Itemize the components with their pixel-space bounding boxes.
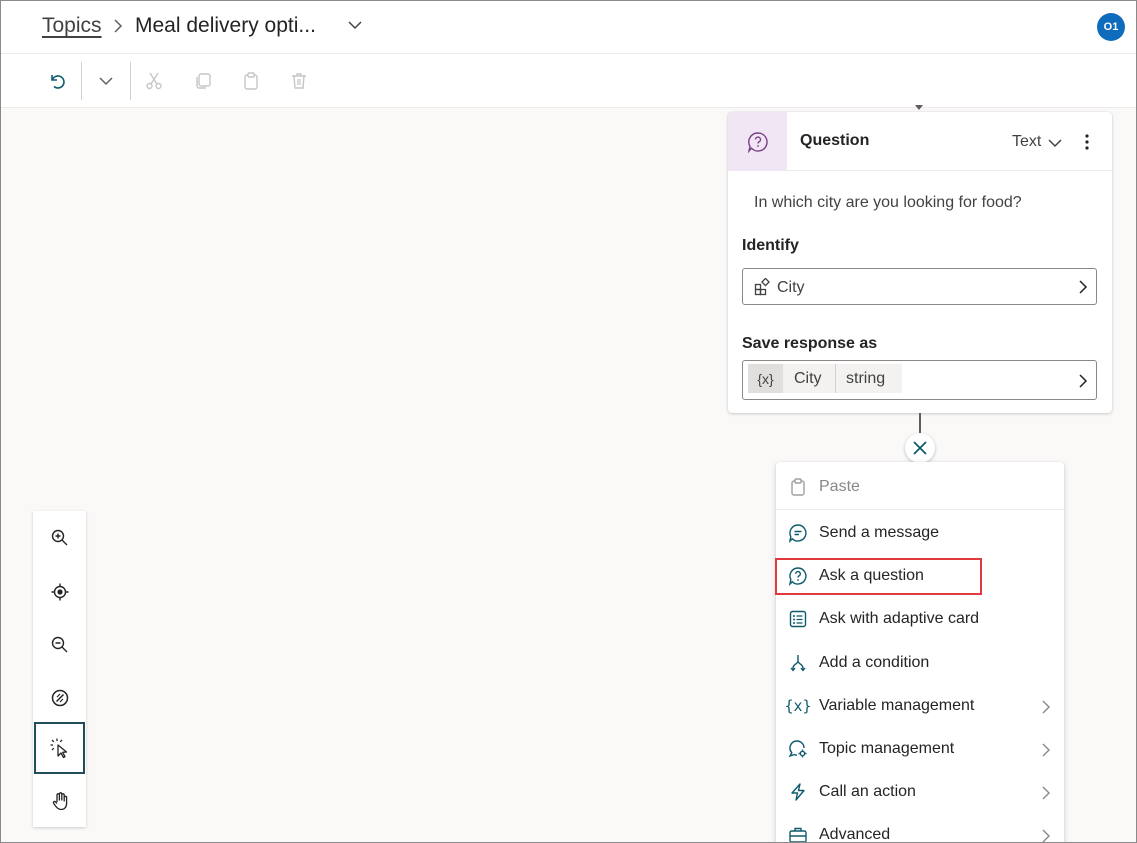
canvas-controls	[33, 511, 86, 827]
copy-button[interactable]	[190, 68, 216, 94]
more-options-icon[interactable]	[1084, 132, 1090, 157]
paste-icon	[788, 477, 808, 497]
minimap-off-icon	[51, 689, 68, 707]
breadcrumb-topics-link[interactable]: Topics	[42, 14, 102, 38]
menu-item-label: Paste	[819, 478, 860, 495]
variable-icon: {x}	[748, 364, 783, 393]
cut-icon	[146, 72, 162, 90]
undo-button[interactable]	[44, 68, 70, 94]
zoom-in-button[interactable]	[33, 512, 86, 564]
select-cursor-icon	[50, 738, 67, 759]
undo-icon	[51, 75, 65, 89]
zoom-out-button[interactable]	[33, 619, 86, 671]
menu-item-label: Add a condition	[819, 654, 930, 671]
menu-item-label: Send a message	[819, 524, 940, 541]
menu-item-label: Topic management	[819, 740, 955, 757]
lightning-icon	[788, 782, 808, 802]
menu-item-label: Ask with adaptive card	[819, 610, 980, 627]
variable-name-chip[interactable]: City	[783, 364, 835, 393]
close-icon	[913, 441, 927, 455]
chat-icon	[788, 523, 808, 543]
paste-button[interactable]	[238, 68, 264, 94]
avatar[interactable]: O1	[1097, 13, 1125, 41]
chevron-right-icon	[1041, 828, 1051, 842]
select-mode-button[interactable]	[34, 722, 85, 774]
adaptive-card-icon	[788, 609, 808, 629]
toolbar-divider	[81, 62, 82, 100]
question-prompt-text[interactable]: In which city are you looking for food?	[754, 194, 1022, 212]
menu-item-variable-management[interactable]: {x} Variable management	[776, 686, 1064, 726]
save-response-label: Save response as	[742, 335, 878, 352]
identify-value: City	[777, 279, 805, 296]
add-node-menu: Paste Send a message Ask a question Ask …	[776, 462, 1064, 843]
delete-icon	[292, 73, 306, 89]
cut-button[interactable]	[141, 68, 167, 94]
variable-icon: {x}	[784, 697, 812, 715]
menu-item-paste[interactable]: Paste	[776, 467, 1064, 507]
question-bubble-icon	[747, 131, 768, 153]
editor-toolbar	[1, 54, 1136, 108]
zoom-out-icon	[51, 636, 67, 653]
app-frame: Topics Meal delivery opti... O1 Question…	[0, 0, 1137, 843]
pan-mode-button[interactable]	[33, 775, 86, 827]
recenter-icon	[51, 583, 68, 601]
connector-arrow	[915, 105, 923, 110]
menu-item-adaptive-card[interactable]: Ask with adaptive card	[776, 599, 1064, 639]
copy-icon	[196, 73, 211, 89]
chevron-down-icon[interactable]	[347, 18, 363, 36]
menu-divider	[776, 509, 1064, 510]
entity-icon	[754, 277, 772, 301]
save-response-field[interactable]: {x} City string	[742, 360, 1097, 400]
node-title: Question	[800, 132, 870, 149]
question-node-card[interactable]: Question Text In which city are you look…	[728, 112, 1112, 413]
menu-item-label: Variable management	[819, 697, 975, 714]
connector-line	[919, 413, 921, 433]
pan-hand-icon	[52, 792, 67, 811]
chevron-right-icon	[1078, 373, 1088, 394]
chevron-right-icon	[1041, 742, 1051, 763]
menu-item-advanced[interactable]: Advanced	[776, 815, 1064, 843]
topic-settings-icon	[788, 739, 808, 759]
response-type-dropdown[interactable]: Text	[1012, 133, 1041, 151]
menu-item-label: Advanced	[819, 826, 891, 843]
minimap-toggle-button[interactable]	[33, 672, 86, 724]
chevron-right-icon	[1041, 785, 1051, 806]
highlight-ask-question	[775, 558, 982, 595]
question-node-header: Question Text	[728, 112, 1112, 171]
recenter-button[interactable]	[33, 566, 86, 618]
chevron-right-icon	[112, 17, 124, 40]
delete-button[interactable]	[286, 68, 312, 94]
menu-item-label: Call an action	[819, 783, 916, 800]
branch-icon	[788, 653, 808, 673]
close-add-node-button[interactable]	[905, 433, 935, 463]
topic-header: Topics Meal delivery opti... O1	[1, 1, 1136, 54]
more-undo-button[interactable]	[93, 68, 119, 94]
identify-field[interactable]: City	[742, 268, 1097, 305]
breadcrumb-current-topic: Meal delivery opti...	[135, 14, 316, 37]
chevron-down-icon	[99, 77, 113, 86]
menu-item-call-action[interactable]: Call an action	[776, 772, 1064, 812]
menu-item-send-message[interactable]: Send a message	[776, 513, 1064, 553]
question-node-icon	[728, 112, 787, 171]
paste-icon	[244, 72, 258, 90]
toolbar-divider	[130, 62, 131, 100]
chevron-down-icon[interactable]	[1047, 136, 1063, 154]
zoom-in-icon	[51, 529, 67, 546]
menu-item-add-condition[interactable]: Add a condition	[776, 643, 1064, 683]
chevron-right-icon	[1041, 699, 1051, 720]
variable-type-chip: string	[836, 364, 902, 393]
chevron-right-icon	[1078, 279, 1088, 300]
toolbox-icon	[788, 825, 808, 842]
identify-label: Identify	[742, 237, 799, 254]
menu-item-topic-management[interactable]: Topic management	[776, 729, 1064, 769]
